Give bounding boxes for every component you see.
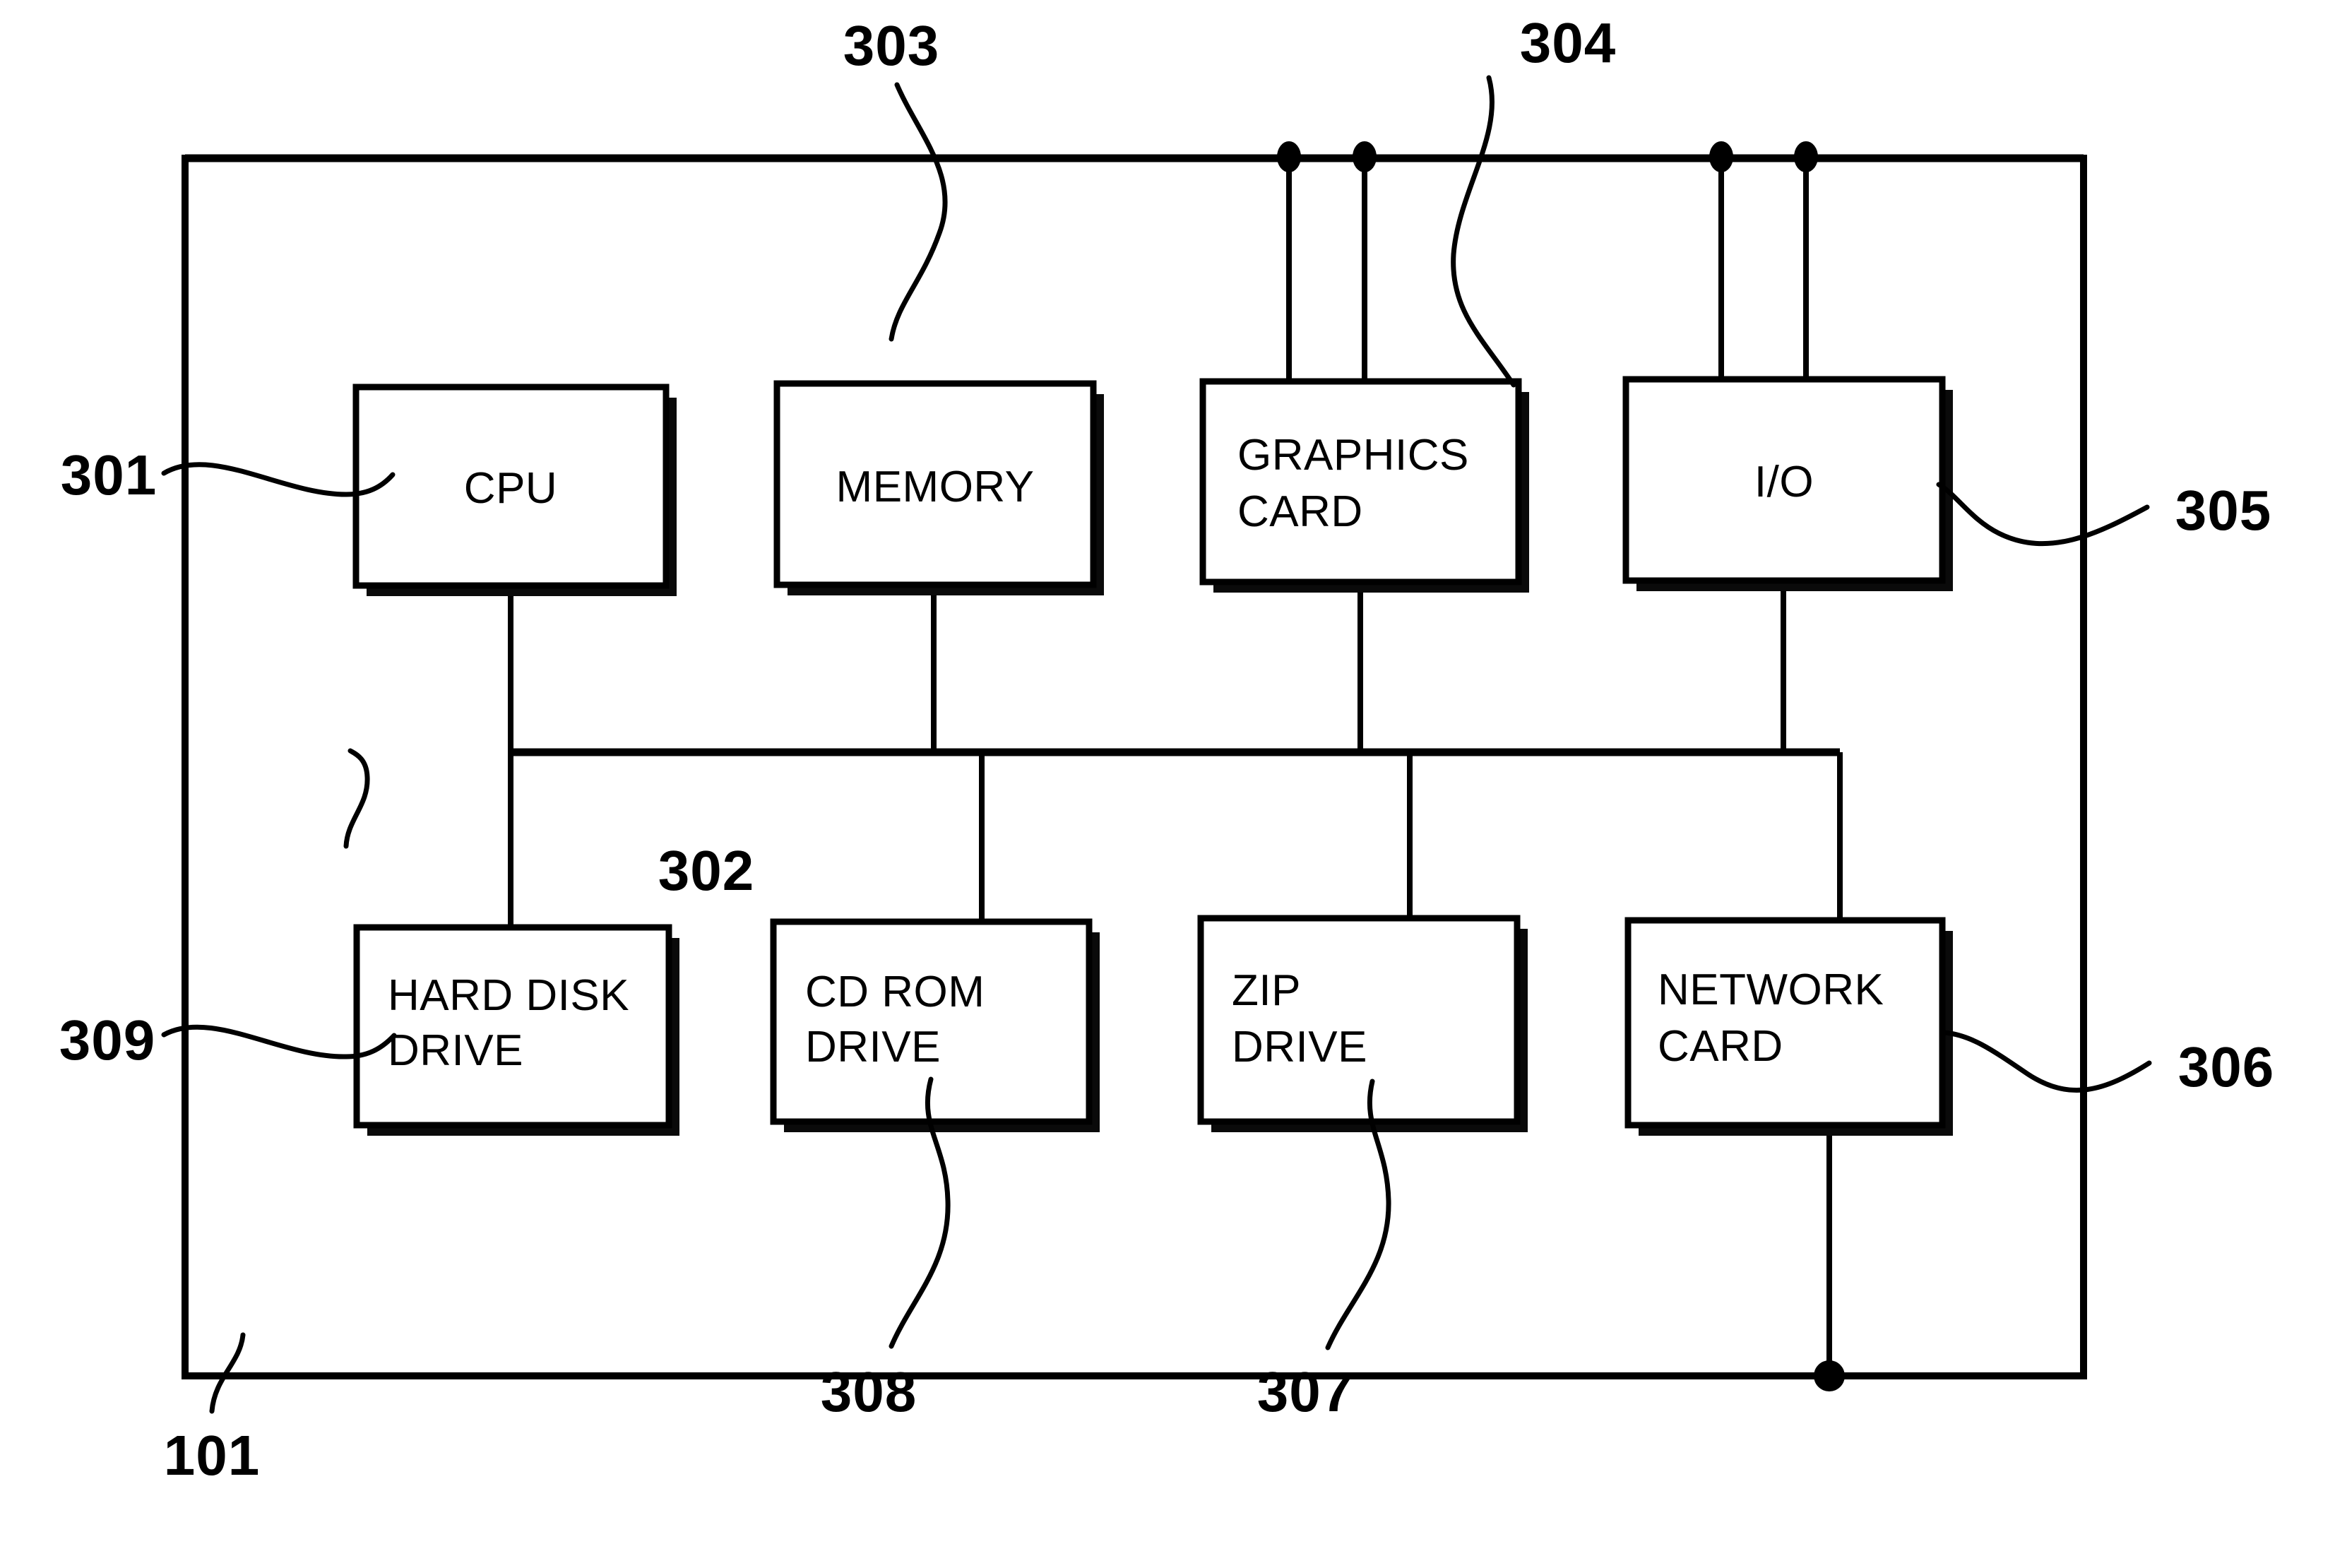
leader-302 [343, 748, 370, 849]
block-memory[interactable]: MEMORY [773, 380, 1104, 595]
memory-label: MEMORY [836, 463, 1035, 511]
harddisk-label-line2: DRIVE [388, 1026, 523, 1075]
ref-numeral-303: 303 [843, 14, 939, 77]
block-hard-disk-drive[interactable]: HARD DISK DRIVE [353, 924, 679, 1136]
ref-numeral-309: 309 [59, 1009, 155, 1071]
graphics-fill [1203, 381, 1519, 582]
zip-label-line2: DRIVE [1232, 1023, 1367, 1071]
cdrom-fill [773, 922, 1089, 1122]
ref-numeral-302: 302 [658, 839, 754, 902]
block-network-card[interactable]: NETWORK CARD [1624, 917, 1953, 1136]
cpu-label: CPU [464, 464, 557, 513]
zip-label-line1: ZIP [1232, 966, 1301, 1015]
figure-canvas: CPU MEMORY GRAPHICS CARD I/O HARD DISK D… [0, 0, 2335, 1568]
block-graphics-card[interactable]: GRAPHICS CARD [1199, 378, 1529, 593]
leader-303 [889, 82, 948, 342]
graphics-label-line1: GRAPHICS [1237, 431, 1469, 480]
bus-junction-dot-1 [1277, 141, 1301, 172]
leader-304 [1451, 75, 1516, 388]
zip-fill [1201, 918, 1517, 1122]
network-label-line2: CARD [1658, 1022, 1783, 1071]
ref-numeral-307: 307 [1257, 1360, 1353, 1423]
bus-junction-dot-3 [1709, 141, 1733, 172]
io-label: I/O [1754, 458, 1814, 506]
harddisk-label-line1: HARD DISK [388, 971, 629, 1020]
network-label-line1: NETWORK [1658, 966, 1884, 1014]
ref-numeral-308: 308 [821, 1360, 917, 1423]
ref-numeral-301: 301 [61, 444, 157, 506]
ref-numeral-304: 304 [1520, 11, 1616, 74]
block-io[interactable]: I/O [1622, 376, 1953, 591]
outer-enclosure-101 [182, 155, 2087, 1379]
block-zip-drive[interactable]: ZIP DRIVE [1197, 915, 1528, 1132]
graphics-label-line2: CARD [1237, 487, 1363, 536]
block-diagram: CPU MEMORY GRAPHICS CARD I/O HARD DISK D… [59, 11, 2274, 1487]
leader-305 [1936, 482, 2150, 547]
leader-306 [1942, 1030, 2152, 1093]
bus-junction-dot-2 [1353, 141, 1377, 172]
bus-junction-dot-bottom [1814, 1360, 1845, 1391]
bus-junction-dot-4 [1794, 141, 1818, 172]
block-cd-rom-drive[interactable]: CD ROM DRIVE [770, 918, 1100, 1132]
block-cpu[interactable]: CPU [352, 384, 677, 596]
cdrom-label-line1: CD ROM [805, 968, 985, 1016]
ref-numeral-306: 306 [2178, 1035, 2274, 1098]
cdrom-label-line2: DRIVE [805, 1023, 941, 1071]
ref-numeral-101: 101 [164, 1424, 260, 1487]
ref-numeral-305: 305 [2175, 479, 2271, 542]
